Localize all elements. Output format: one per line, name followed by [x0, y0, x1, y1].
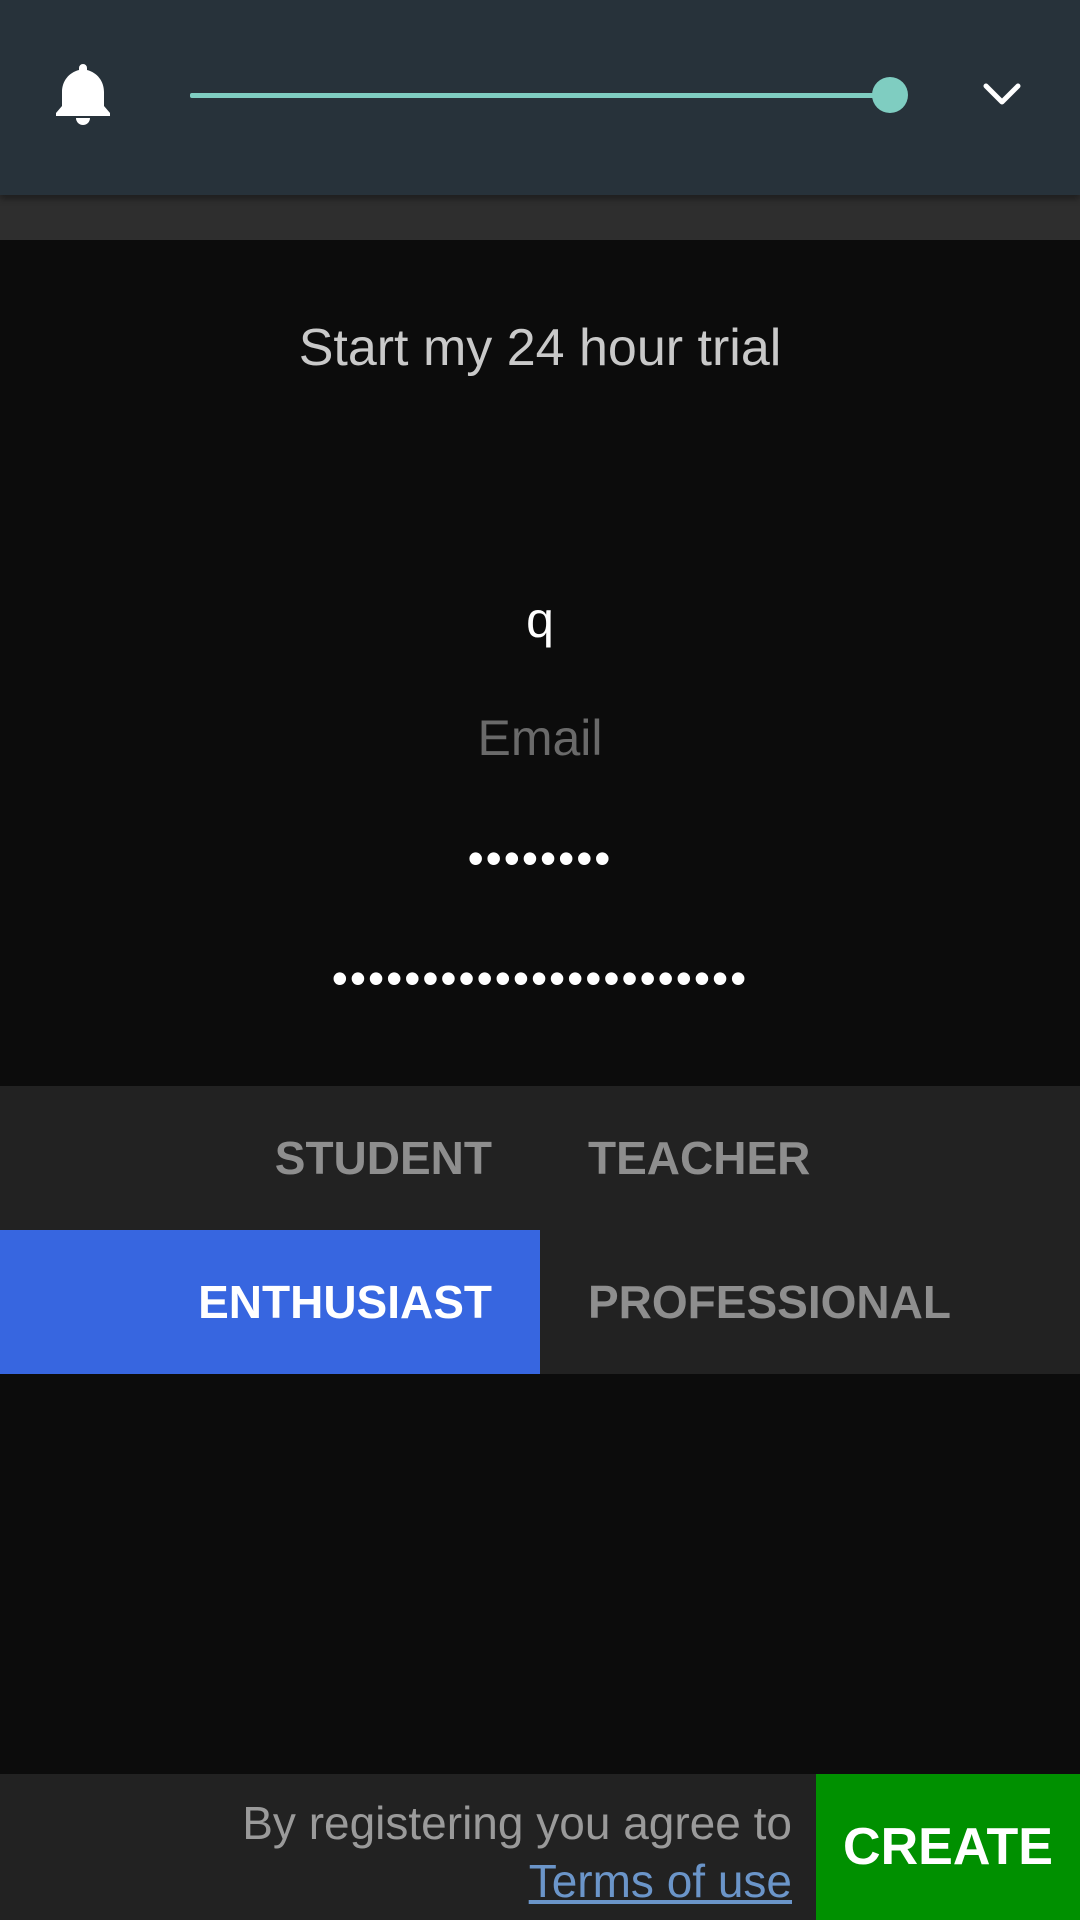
role-option-teacher[interactable]: TEACHER [540, 1086, 1080, 1230]
slider-thumb[interactable] [872, 77, 908, 113]
name-field[interactable] [140, 580, 940, 660]
terms-of-use-link[interactable]: Terms of use [529, 1855, 792, 1907]
top-bar [0, 0, 1080, 195]
header-divider [0, 195, 1080, 240]
confirm-password-field[interactable] [140, 938, 940, 1018]
role-selector: STUDENT TEACHER ENTHUSIAST PROFESSIONAL [0, 1086, 1080, 1374]
password-field[interactable] [140, 818, 940, 898]
create-button[interactable]: CREATE [816, 1774, 1080, 1920]
role-option-enthusiast[interactable]: ENTHUSIAST [0, 1230, 540, 1374]
footer-bar: By registering you agree to Terms of use… [0, 1774, 1080, 1920]
agree-text: By registering you agree to [242, 1797, 792, 1849]
page-title: Start my 24 hour trial [298, 319, 782, 377]
slider-fill [190, 93, 890, 98]
role-option-professional[interactable]: PROFESSIONAL [540, 1230, 1080, 1374]
terms-notice: By registering you agree to Terms of use [0, 1794, 792, 1910]
chevron-down-icon[interactable] [980, 72, 1024, 116]
email-field[interactable] [140, 698, 940, 778]
progress-slider[interactable] [190, 70, 910, 120]
bell-icon[interactable] [50, 60, 116, 130]
role-option-student[interactable]: STUDENT [0, 1086, 540, 1230]
